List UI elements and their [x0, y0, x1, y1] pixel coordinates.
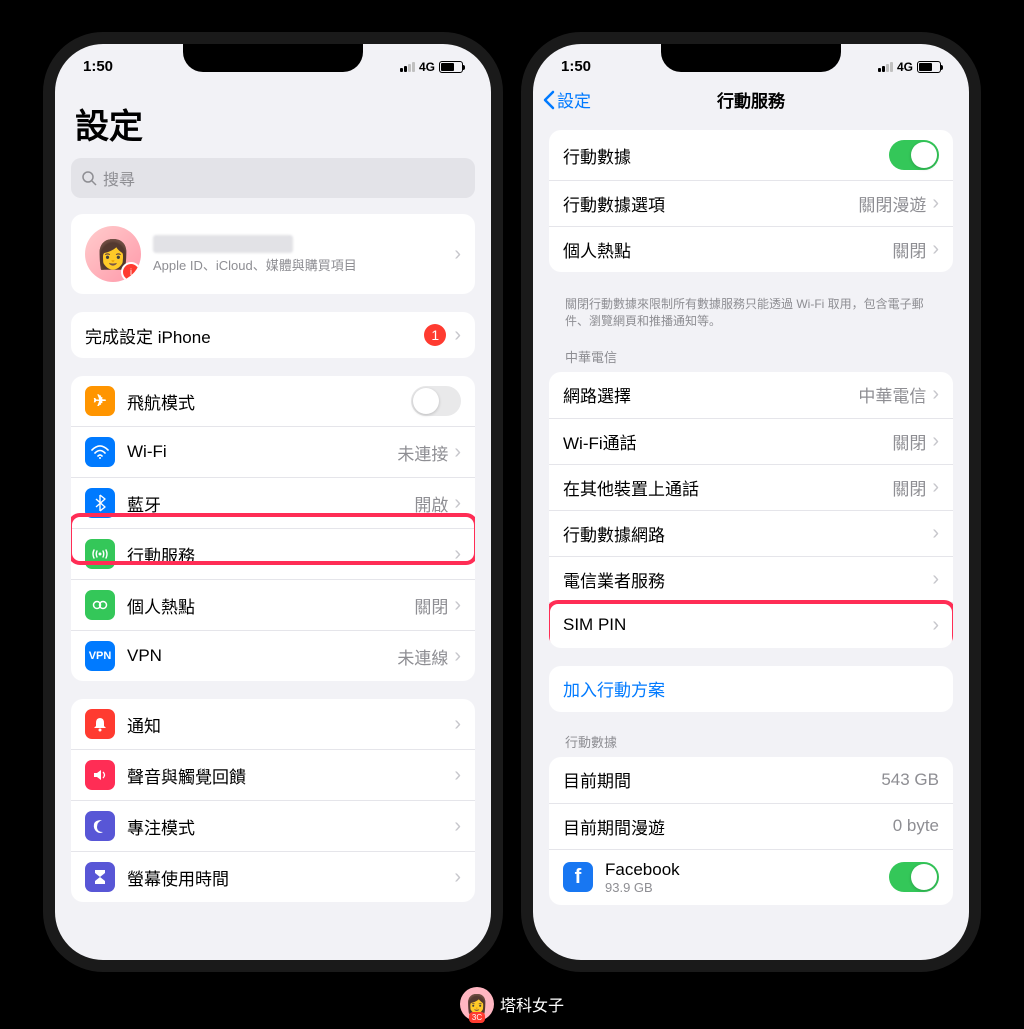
phone-settings: 1:50 4G 設定 搜尋 👩i Apple ID、iCloud、媒體與購買項目… [43, 32, 503, 972]
chevron-right-icon: › [454, 594, 461, 617]
signal-icon [400, 62, 415, 72]
airplane-toggle[interactable] [411, 386, 461, 416]
speaker-icon [85, 760, 115, 790]
facebook-toggle[interactable] [889, 862, 939, 892]
cellular-footer: 關閉行動數據來限制所有數據服務只能透過 Wi-Fi 取用，包含電子郵件、瀏覽網頁… [549, 290, 953, 345]
badge-count: 1 [424, 324, 446, 346]
roaming-period-row: 目前期間漫遊 0 byte [549, 803, 953, 849]
calls-other-devices-row[interactable]: 在其他裝置上通話 關閉 › [549, 464, 953, 510]
chevron-right-icon: › [454, 543, 461, 566]
avatar: 👩i [85, 226, 141, 282]
bluetooth-icon [85, 488, 115, 518]
chevron-right-icon: › [932, 430, 939, 453]
wifi-calling-row[interactable]: Wi-Fi通話 關閉 › [549, 418, 953, 464]
status-indicators: 4G [878, 60, 941, 74]
wifi-icon [85, 437, 115, 467]
app-facebook-row[interactable]: f Facebook 93.9 GB [549, 849, 953, 905]
watermark: 👩 塔科女子 [460, 987, 564, 1021]
hourglass-icon [85, 862, 115, 892]
hotspot-row[interactable]: 個人熱點 關閉 › [71, 579, 475, 630]
sim-pin-row[interactable]: SIM PIN › [549, 602, 953, 648]
notifications-row[interactable]: 通知 › [71, 699, 475, 749]
add-plan-row[interactable]: 加入行動方案 [549, 666, 953, 712]
search-placeholder: 搜尋 [103, 166, 135, 190]
airplane-icon: ✈ [85, 386, 115, 416]
chevron-right-icon: › [454, 764, 461, 787]
vpn-icon: VPN [85, 641, 115, 671]
network-label: 4G [897, 60, 913, 74]
cellular-row[interactable]: 行動服務 › [71, 528, 475, 579]
personal-hotspot-row[interactable]: 個人熱點 關閉 › [549, 226, 953, 272]
chevron-left-icon [543, 90, 555, 110]
chevron-right-icon: › [454, 441, 461, 464]
status-bar: 1:50 4G [55, 44, 491, 79]
cellular-data-toggle[interactable] [889, 140, 939, 170]
carrier-services-row[interactable]: 電信業者服務 › [549, 556, 953, 602]
chevron-right-icon: › [454, 324, 461, 347]
status-indicators: 4G [400, 60, 463, 74]
status-bar: 1:50 4G [533, 44, 969, 79]
page-title: 設定 [71, 79, 475, 158]
watermark-avatar-icon: 👩 [460, 987, 494, 1021]
status-time: 1:50 [83, 58, 113, 75]
chevron-right-icon: › [932, 476, 939, 499]
chevron-right-icon: › [932, 568, 939, 591]
phone-cellular: 1:50 4G 設定 行動服務 行動數據 行動數據選項 關閉漫遊 › 個人熱點 [521, 32, 981, 972]
hotspot-icon [85, 590, 115, 620]
chevron-right-icon: › [932, 238, 939, 261]
chevron-right-icon: › [932, 192, 939, 215]
finish-setup-row[interactable]: 完成設定 iPhone 1 › [71, 312, 475, 358]
signal-icon [878, 62, 893, 72]
bell-icon [85, 709, 115, 739]
data-options-row[interactable]: 行動數據選項 關閉漫遊 › [549, 180, 953, 226]
profile-name-redacted [153, 235, 293, 253]
nav-title: 行動服務 [717, 87, 785, 112]
chevron-right-icon: › [454, 866, 461, 889]
antenna-icon [85, 539, 115, 569]
chevron-right-icon: › [454, 815, 461, 838]
carrier-header: 中華電信 [549, 345, 953, 372]
chevron-right-icon: › [454, 713, 461, 736]
apple-id-row[interactable]: 👩i Apple ID、iCloud、媒體與購買項目 › [71, 214, 475, 294]
sounds-row[interactable]: 聲音與觸覺回饋 › [71, 749, 475, 800]
data-network-row[interactable]: 行動數據網路 › [549, 510, 953, 556]
current-period-row: 目前期間 543 GB [549, 757, 953, 803]
watermark-text: 塔科女子 [500, 992, 564, 1016]
screentime-row[interactable]: 螢幕使用時間 › [71, 851, 475, 902]
nav-bar: 設定 行動服務 [533, 79, 969, 122]
chevron-right-icon: › [932, 522, 939, 545]
bluetooth-row[interactable]: 藍牙 開啟 › [71, 477, 475, 528]
wifi-row[interactable]: Wi-Fi 未連接 › [71, 426, 475, 477]
vpn-row[interactable]: VPN VPN 未連線 › [71, 630, 475, 681]
airplane-mode-row[interactable]: ✈ 飛航模式 [71, 376, 475, 426]
network-label: 4G [419, 60, 435, 74]
facebook-icon: f [563, 862, 593, 892]
profile-subtitle: Apple ID、iCloud、媒體與購買項目 [153, 255, 454, 274]
moon-icon [85, 811, 115, 841]
chevron-right-icon: › [454, 645, 461, 668]
chevron-right-icon: › [454, 243, 461, 266]
cellular-data-row[interactable]: 行動數據 [549, 130, 953, 180]
chevron-right-icon: › [932, 383, 939, 406]
focus-row[interactable]: 專注模式 › [71, 800, 475, 851]
back-button[interactable]: 設定 [543, 87, 591, 112]
chevron-right-icon: › [454, 492, 461, 515]
network-selection-row[interactable]: 網路選擇 中華電信 › [549, 372, 953, 418]
data-usage-header: 行動數據 [549, 730, 953, 757]
search-input[interactable]: 搜尋 [71, 158, 475, 198]
status-time: 1:50 [561, 58, 591, 75]
finish-setup-label: 完成設定 iPhone [85, 323, 424, 348]
battery-icon [439, 61, 463, 73]
battery-icon [917, 61, 941, 73]
search-icon [81, 170, 97, 186]
chevron-right-icon: › [932, 614, 939, 637]
